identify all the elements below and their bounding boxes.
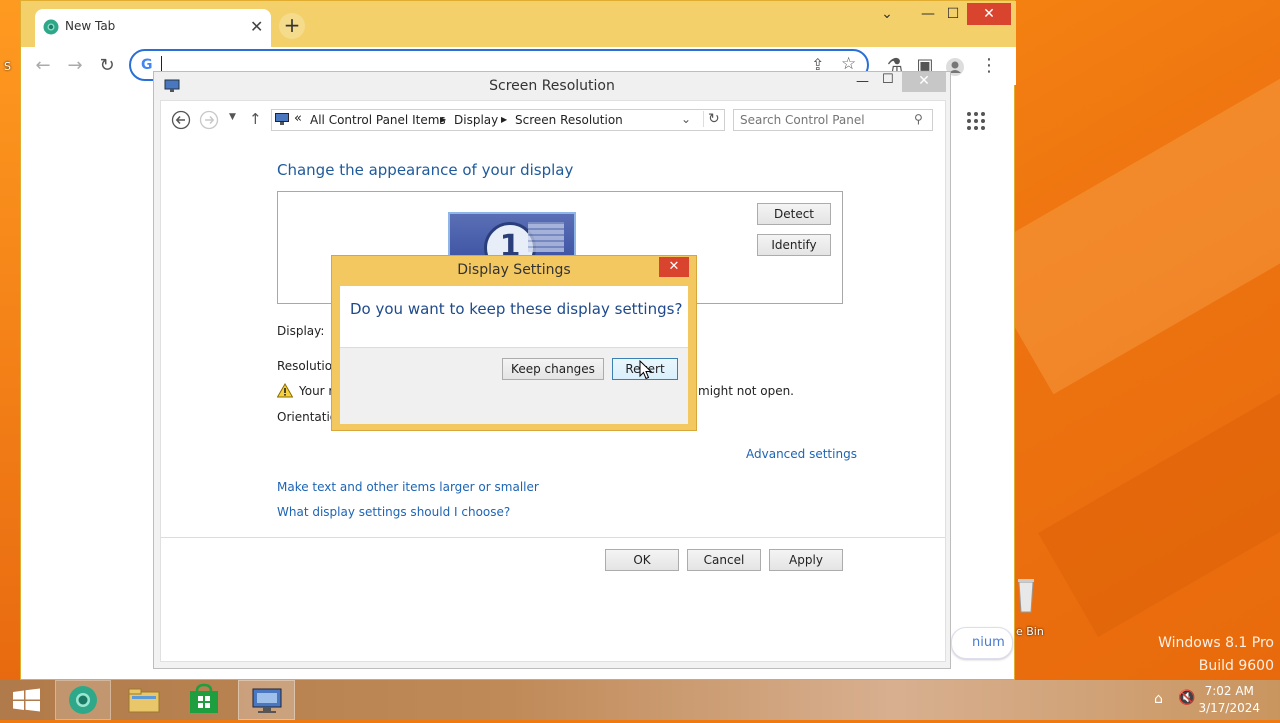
taskbar-chromium[interactable] <box>55 680 111 720</box>
google-apps-icon[interactable] <box>966 111 986 131</box>
advanced-settings-link[interactable]: Advanced settings <box>746 447 857 461</box>
taskbar-control-panel[interactable] <box>238 680 295 720</box>
window-title: Screen Resolution <box>489 78 615 94</box>
tab-title: New Tab <box>65 19 116 33</box>
keep-changes-button[interactable]: Keep changes <box>502 358 604 380</box>
display-settings-dialog: Display Settings ✕ Do you want to keep t… <box>331 255 697 431</box>
dialog-button-bar: Keep changes Revert <box>340 347 688 392</box>
search-field[interactable]: ⚲ <box>733 109 933 131</box>
window-titlebar[interactable]: Screen Resolution — ☐ ✕ <box>154 72 950 100</box>
address-dropdown-icon[interactable]: ⌄ <box>681 112 691 126</box>
premium-button[interactable]: nium <box>951 627 1013 659</box>
detect-button[interactable]: Detect <box>757 203 831 225</box>
monitor-screen-pattern <box>528 222 564 252</box>
os-build: Build 9600 <box>1198 658 1274 674</box>
chromium-icon <box>69 686 97 714</box>
close-window-button[interactable]: ✕ <box>902 72 946 92</box>
dialog-title: Display Settings <box>457 262 571 278</box>
close-dialog-button[interactable]: ✕ <box>659 257 689 277</box>
page-heading: Change the appearance of your display <box>277 161 574 179</box>
control-panel-icon <box>252 688 281 713</box>
desktop-decoration <box>973 5 1280 395</box>
refresh-icon[interactable]: ↻ <box>703 111 720 127</box>
premium-label: nium <box>972 635 1005 650</box>
tab-strip: New Tab ✕ + ⌄ — ☐ ✕ <box>21 1 1016 47</box>
text-size-link[interactable]: Make text and other items larger or smal… <box>277 480 539 494</box>
taskbar: ⌂ 🔇 7:02 AM 3/17/2024 <box>0 680 1280 720</box>
display-help-link[interactable]: What display settings should I choose? <box>277 505 510 519</box>
back-arrow-icon[interactable]: ← <box>31 55 55 79</box>
close-tab-icon[interactable]: ✕ <box>250 17 263 36</box>
ok-button[interactable]: OK <box>605 549 679 571</box>
volume-muted-icon[interactable]: 🔇 <box>1178 690 1195 706</box>
store-icon <box>190 683 218 713</box>
google-icon: G <box>141 57 153 73</box>
new-tab-button[interactable]: + <box>279 13 305 39</box>
forward-arrow-icon[interactable] <box>199 110 219 130</box>
breadcrumb-separator-icon[interactable]: ▶ <box>501 115 507 124</box>
display-icon <box>275 113 289 125</box>
close-window-button[interactable]: ✕ <box>967 3 1011 25</box>
warning-text-start: Your r <box>299 384 334 398</box>
start-button[interactable] <box>0 680 54 720</box>
forward-arrow-icon[interactable]: → <box>63 55 87 79</box>
desktop-left-edge <box>0 0 20 680</box>
reload-icon[interactable]: ↻ <box>95 55 119 79</box>
warning-text-end: might not open. <box>698 384 794 398</box>
desktop-icon-label: S <box>4 60 11 73</box>
tab-new-tab[interactable]: New Tab ✕ <box>35 9 271 47</box>
breadcrumb-display[interactable]: Display <box>454 113 498 127</box>
chromium-icon <box>43 19 59 35</box>
taskbar-file-explorer[interactable] <box>116 680 170 720</box>
divider <box>161 537 945 538</box>
tab-search-chevron-icon[interactable]: ⌄ <box>867 3 907 25</box>
up-arrow-icon[interactable]: ↑ <box>249 110 262 128</box>
recent-locations-chevron-icon[interactable]: ▼ <box>229 112 236 122</box>
menu-kebab-icon[interactable]: ⋮ <box>977 55 1001 79</box>
clock-date: 3/17/2024 <box>1198 701 1260 715</box>
system-clock[interactable]: 7:02 AM 3/17/2024 <box>1198 683 1260 717</box>
recycle-bin-label[interactable]: e Bin <box>1016 625 1044 638</box>
clock-time: 7:02 AM <box>1204 684 1254 698</box>
warning-icon <box>276 382 294 398</box>
taskbar-store[interactable] <box>177 680 231 720</box>
minimize-button[interactable]: — <box>856 74 869 89</box>
back-arrow-icon[interactable] <box>171 110 191 130</box>
search-input[interactable] <box>738 111 912 129</box>
maximize-button[interactable]: ☐ <box>882 72 894 87</box>
breadcrumb-screen-resolution[interactable]: Screen Resolution <box>515 113 623 127</box>
network-icon[interactable]: ⌂ <box>1154 691 1163 707</box>
display-label: Display: <box>277 324 325 338</box>
recycle-bin-icon[interactable] <box>1016 574 1036 614</box>
os-watermark: Windows 8.1 Pro Build 9600 <box>1158 632 1274 678</box>
cancel-button[interactable]: Cancel <box>687 549 761 571</box>
address-bar[interactable]: « All Control Panel Items ▶ Display ▶ Sc… <box>271 109 725 131</box>
dialog-footer <box>340 391 688 424</box>
search-icon[interactable]: ⚲ <box>914 112 923 126</box>
folder-icon <box>128 688 160 713</box>
breadcrumb-all-items[interactable]: All Control Panel Items <box>310 113 446 127</box>
identify-button[interactable]: Identify <box>757 234 831 256</box>
mouse-cursor-icon <box>639 359 653 380</box>
dialog-question: Do you want to keep these display settin… <box>350 300 683 318</box>
dialog-body: Do you want to keep these display settin… <box>340 286 688 424</box>
apply-button[interactable]: Apply <box>769 549 843 571</box>
breadcrumb-separator-icon[interactable]: ▶ <box>440 115 446 124</box>
breadcrumb-overflow-icon[interactable]: « <box>294 111 302 126</box>
os-edition: Windows 8.1 Pro <box>1158 635 1274 651</box>
